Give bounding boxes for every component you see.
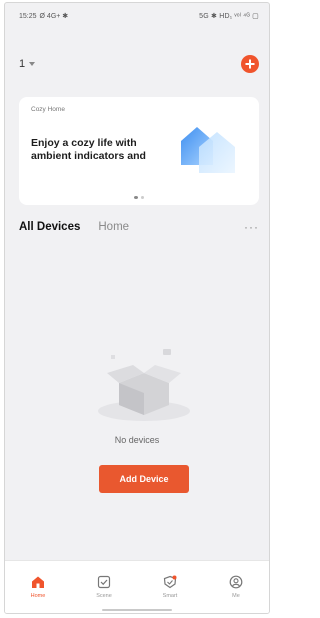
add-device-button[interactable]: Add Device	[99, 465, 189, 493]
plus-icon[interactable]	[241, 55, 259, 73]
pagination-dot[interactable]	[141, 196, 144, 199]
nav-label-scene: Scene	[96, 593, 112, 599]
chevron-down-icon	[29, 62, 36, 66]
device-tabs: All Devices Home ···	[19, 217, 259, 237]
status-bar: 15:25 Ø 4G+ ✱ 5G ✱ HD₁ ᵛᵒˡ ⁴ᴳ ▢	[5, 3, 269, 29]
nav-label-smart: Smart	[162, 593, 178, 599]
nav-item-me[interactable]: Me	[203, 561, 269, 613]
tab-home[interactable]: Home	[98, 221, 129, 233]
nav-label-home: Home	[30, 593, 46, 599]
banner-headline: Enjoy a cozy life with ambient indicator…	[31, 137, 146, 162]
banner-pagination	[134, 196, 144, 199]
scene-icon	[97, 575, 111, 589]
more-options-icon[interactable]: ···	[244, 220, 259, 234]
nav-item-smart[interactable]: Smart	[137, 561, 203, 613]
tab-all-devices[interactable]: All Devices	[19, 221, 80, 233]
home-icon	[32, 576, 44, 588]
promo-banner[interactable]: Cozy Home Enjoy a cozy life with ambient…	[19, 97, 259, 205]
empty-box-icon	[98, 349, 190, 421]
status-right-indicators: 5G ✱ HD₁ ᵛᵒˡ ⁴ᴳ ▢	[199, 13, 259, 20]
home-name: 1	[19, 58, 26, 70]
status-left-indicators: Ø 4G+ ✱	[39, 13, 69, 20]
profile-icon	[229, 575, 243, 589]
nav-label-me: Me	[232, 593, 240, 599]
home-selector[interactable]: 1	[19, 58, 36, 70]
status-time: 15:25	[19, 12, 37, 20]
app-screen: 15:25 Ø 4G+ ✱ 5G ✱ HD₁ ᵛᵒˡ ⁴ᴳ ▢ 1 Cozy H…	[4, 2, 270, 614]
nav-item-home[interactable]: Home	[5, 561, 71, 613]
bottom-navigation: Home Scene Smart Me	[5, 560, 269, 613]
nav-item-scene[interactable]: Scene	[71, 561, 137, 613]
pagination-dot-active[interactable]	[134, 196, 138, 199]
houses-illustration	[181, 127, 235, 173]
smart-icon	[163, 575, 177, 589]
banner-tag: Cozy Home	[31, 106, 65, 113]
empty-state-message: No devices	[114, 435, 160, 445]
gesture-bar	[102, 609, 172, 611]
